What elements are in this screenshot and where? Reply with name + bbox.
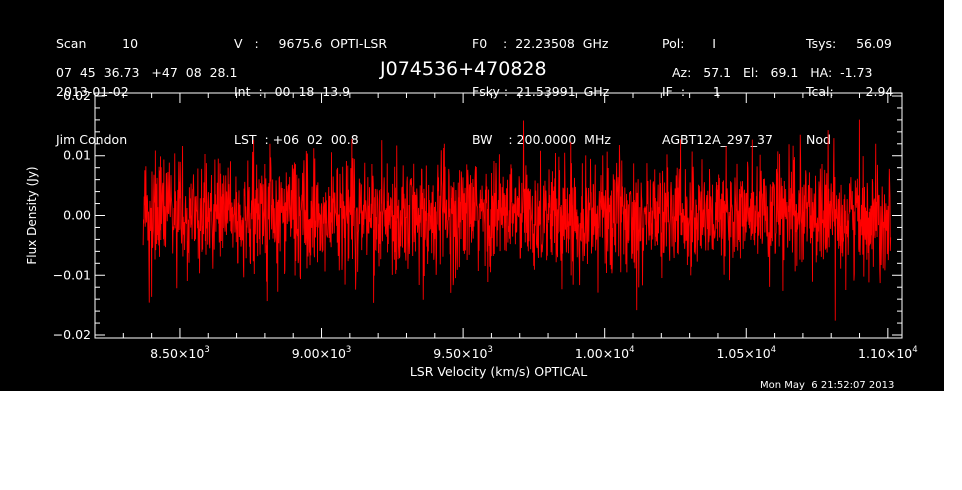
y-tick-label: −0.02 [53,327,91,342]
x-tick-label: 1.05×104 [716,345,776,361]
y-tick-label: −0.01 [53,267,91,282]
y-axis-label: Flux Density (Jy) [25,166,39,264]
x-tick-label: 8.50×103 [150,345,210,361]
spectrum-series-line [142,119,892,321]
y-tick-label: 0.02 [63,88,91,103]
x-tick-label: 1.00×104 [575,345,635,361]
x-axis-label: LSR Velocity (km/s) OPTICAL [410,364,587,379]
series-layer [142,119,892,321]
y-tick-label: 0.01 [63,148,91,163]
x-tick-label: 9.00×103 [292,345,352,361]
spectrum-chart: 8.50×103 9.00×103 9.50×103 1.00×104 1.05×104… [25,88,918,379]
x-tick-label: 1.10×104 [858,345,918,361]
x-tick-label: 9.50×103 [433,345,493,361]
y-tick-label: 0.00 [63,208,91,223]
